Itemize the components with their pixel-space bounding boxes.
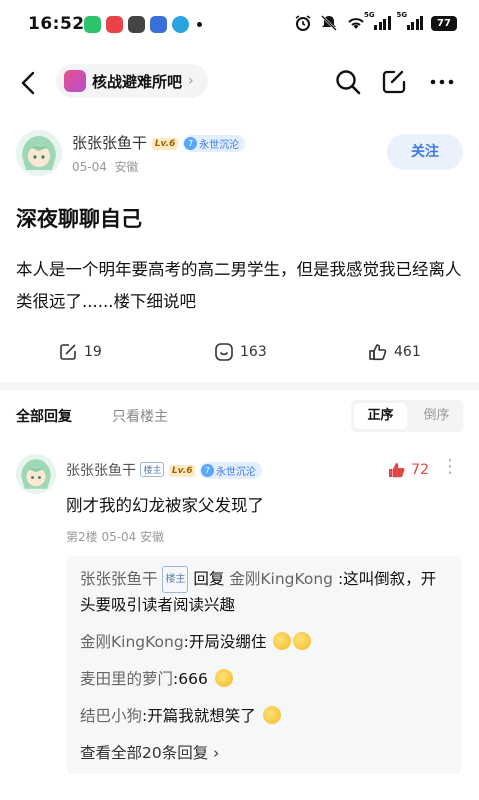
share-count: 19 [84,344,102,360]
tab-lz-only[interactable]: 只看楼主 [112,406,168,426]
author-row: 张张张鱼干 Lv.6 7 永世沉沦 05-04 安徽 关注 [0,126,479,186]
author-name-text: 张张张鱼干 [72,134,148,152]
level-badge: Lv.6 [151,138,179,150]
status-bar: 16:52 5G 5G 77 [0,0,479,52]
post-location: 安徽 [114,160,139,174]
sub-replies[interactable]: 张张张鱼干 楼主 回复 金刚KingKong :这叫倒叙，开头要吸引读者阅读兴趣… [66,556,462,774]
comment-author[interactable]: 张张张鱼干 楼主 Lv.6 7 永世沉沦 [66,460,262,480]
avatar-illustration [16,454,56,494]
level-badge: Lv.6 [168,465,196,477]
comment-count: 163 [240,344,267,360]
medal-badge: 7 永世沉沦 [199,462,262,479]
sub-reply-author: 张张张鱼干 [80,570,158,588]
search-icon[interactable] [334,68,362,96]
app-icon-k [128,16,145,33]
lz-badge: 楼主 [140,462,165,477]
avatar[interactable] [16,454,56,494]
forum-avatar [64,70,86,92]
comment-icon [215,343,233,361]
reply-target: 金刚KingKong [229,570,334,588]
sub-reply-author: 结巴小狗 [80,707,143,725]
forum-pill[interactable]: 核战避难所吧 › [56,64,208,98]
tab-all-replies[interactable]: 全部回复 [16,406,72,426]
view-all-replies-link[interactable]: 查看全部20条回复 › [80,741,448,763]
chevron-right-icon: › [188,73,194,89]
wechat-icon [84,16,101,33]
sub-reply[interactable]: 麦田里的萝门:666 [80,667,448,692]
comment-item: 张张张鱼干 楼主 Lv.6 7 永世沉沦 72 ⋮ 刚才我的幻龙被家父发现了 第2… [0,450,479,790]
post-actions: 19 163 461 [0,338,479,370]
notification-icons [84,16,202,33]
share-button[interactable]: 19 [58,342,102,362]
sub-reply[interactable]: 结巴小狗:开篇我就想笑了 [80,704,448,729]
sort-asc-button[interactable]: 正序 [354,403,407,429]
emoji-icon [262,706,281,724]
share-icon [60,344,76,360]
sort-toggle: 正序 倒序 [351,400,463,432]
nav-bar: 核战避难所吧 › [0,60,479,106]
status-time: 16:52 [28,14,85,34]
comment-button[interactable]: 163 [214,342,267,362]
compose-icon[interactable] [380,68,408,96]
avatar-illustration [16,130,62,176]
lz-badge: 楼主 [162,566,189,593]
post-body: 本人是一个明年要高考的高二男学生，但是我感觉我已经离人类很远了......楼下细… [16,260,462,311]
sub-reply[interactable]: 金刚KingKong:开局没绷住 [80,630,448,655]
sub-reply-author: 金刚KingKong [80,633,184,651]
thumbs-up-filled-icon [389,463,405,478]
comment-more-icon[interactable]: ⋮ [441,456,459,477]
comment-text: 刚才我的幻龙被家父发现了 [66,496,264,515]
thumbs-up-icon [369,344,387,361]
section-divider [0,382,479,390]
follow-button[interactable]: 关注 [387,134,463,170]
like-count: 461 [394,344,421,360]
post-meta: 05-04 安徽 [72,158,139,175]
sub-reply-author: 麦田里的萝门 [80,670,174,688]
battery-icon: 77 [431,15,457,31]
sub-reply-text: :开局没绷住 [183,633,267,651]
post-title: 深夜聊聊自己 [16,207,142,231]
forum-name: 核战避难所吧 [92,72,183,91]
signal-icon-1: 5G [364,11,391,30]
reply-tabs: 全部回复 只看楼主 正序 倒序 [0,396,479,436]
post-date: 05-04 [72,160,107,174]
avatar[interactable] [16,130,62,176]
telegram-icon [172,16,189,33]
app-icon-blue [150,16,167,33]
sub-reply-text: :666 [173,670,208,688]
comment-like-button[interactable]: 72 [387,460,429,480]
reply-word: 回复 [193,570,225,588]
more-icon[interactable] [428,68,456,96]
emoji-icon [293,632,312,650]
more-notifications-dot [197,22,202,27]
author-name[interactable]: 张张张鱼干 Lv.6 7 永世沉沦 [72,132,246,153]
app-icon-red [106,16,123,33]
sub-reply[interactable]: 张张张鱼干 楼主 回复 金刚KingKong :这叫倒叙，开头要吸引读者阅读兴趣 [80,566,448,618]
emoji-icon [273,632,292,650]
comment-meta: 第2楼 05-04 安徽 [66,530,165,544]
wifi-icon [348,18,364,29]
comment-author-name: 张张张鱼干 [66,463,136,479]
signal-icon-2: 5G [397,11,423,30]
like-button[interactable]: 461 [368,342,421,362]
medal-badge: 7 永世沉沦 [183,135,246,152]
sub-reply-text: :开篇我就想笑了 [142,707,256,725]
back-arrow-icon[interactable] [14,68,44,98]
status-right: 5G 5G 77 [294,11,457,32]
mute-icon [321,15,337,31]
sort-desc-button[interactable]: 倒序 [410,400,463,432]
comment-like-count: 72 [411,462,429,478]
alarm-icon [295,15,311,31]
emoji-icon [214,669,233,687]
